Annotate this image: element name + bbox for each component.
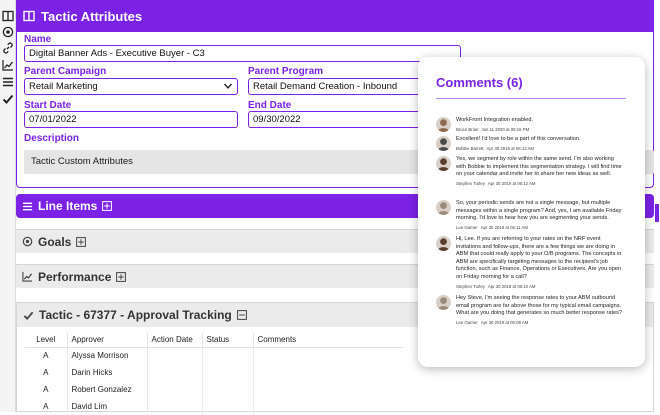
status-cell (202, 347, 254, 364)
chart-icon[interactable] (2, 59, 14, 71)
column-header-comments: Comments (253, 333, 403, 348)
comment-author: Bruce Brian (456, 126, 479, 132)
action-date-cell (147, 347, 203, 364)
approver-cell: Darin Hicks (67, 364, 148, 381)
comment-text: Yes, we segment by role within the same … (456, 156, 622, 178)
status-cell (202, 364, 254, 381)
description-label: Description (24, 133, 80, 144)
avatar (436, 295, 451, 310)
chart-icon (22, 271, 33, 282)
comment-text: WorkFront Integration enabled. (456, 117, 534, 123)
comment-date: Apr 30 2019 at 06:10 AM (487, 283, 536, 289)
comment-date: Apr 30 2019 at 06:08 AM (480, 319, 529, 325)
avatar (436, 200, 451, 215)
comment-date: Apr 30 2019 at 06:12 AM (487, 180, 536, 186)
level-cell: A (25, 347, 68, 364)
level-cell: A (25, 398, 68, 415)
status-cell (202, 381, 254, 398)
line-items-title: Line Items (38, 199, 98, 213)
expand-icon[interactable] (102, 201, 113, 211)
approver-cell: David Lim (67, 398, 148, 415)
start-date-field[interactable]: 07/01/2022 (24, 111, 238, 128)
parent-program-select[interactable]: Retail Demand Creation - Inbound (248, 78, 428, 95)
chevron-down-icon (223, 83, 233, 89)
approval-tracking-title: Tactic - 67377 - Approval Tracking (39, 308, 232, 322)
column-header-approver: Approver (67, 333, 148, 348)
avatar (436, 136, 451, 151)
comments-title: Comments (6) (436, 75, 523, 90)
section-edge-marker (655, 204, 659, 222)
link-icon[interactable] (2, 42, 14, 54)
comment-author: Bobbie Barrett (456, 145, 484, 151)
column-header-status: Status (202, 333, 254, 348)
parent-campaign-label: Parent Campaign (24, 66, 107, 77)
level-cell: A (25, 381, 68, 398)
column-header-action-date: Action Date (147, 333, 203, 348)
check-icon[interactable] (2, 93, 14, 105)
avatar (436, 156, 451, 171)
action-date-cell (147, 364, 203, 381)
comment-author: Stephen Turley (456, 283, 485, 289)
end-date-label: End Date (248, 100, 292, 111)
comment-author: Lee Garner (456, 224, 478, 230)
start-date-label: Start Date (24, 100, 72, 111)
comment-date: Jun 11 2020 at 06:16 PM (481, 126, 530, 132)
avatar (436, 236, 451, 251)
comment-text: Hi, Lee. If you are referring to your ra… (456, 236, 622, 280)
parent-program-label: Parent Program (248, 66, 324, 77)
panel-icon (23, 10, 35, 22)
divider (436, 98, 626, 99)
comment-text: Hey Steve, I'm seeing the response rates… (456, 295, 623, 317)
collapse-icon[interactable] (236, 310, 247, 320)
check-icon (23, 311, 34, 320)
expand-icon[interactable] (116, 271, 127, 282)
performance-title: Performance (38, 269, 112, 284)
comment-date: Apr 30 2019 at 06:11 AM (480, 224, 528, 230)
parent-campaign-select[interactable]: Retail Marketing (24, 78, 238, 95)
parent-program-value: Retail Demand Creation - Inbound (253, 81, 398, 92)
comment-text: Excellent! I'd love to be a part of this… (456, 136, 581, 142)
table-row: A David Lim (25, 398, 403, 415)
list-icon[interactable] (2, 76, 14, 88)
approver-cell: Alyssa Morrison (67, 347, 148, 364)
comments-cell (253, 347, 403, 364)
list-icon (22, 202, 33, 210)
action-date-cell (147, 398, 203, 415)
expand-icon[interactable] (76, 236, 87, 247)
action-date-cell (147, 381, 203, 398)
panel-icon[interactable] (2, 10, 14, 22)
target-icon[interactable] (2, 26, 14, 38)
status-cell (202, 398, 254, 415)
table-row: A Darin Hicks (25, 364, 403, 381)
comment-author: Lee Garner (456, 319, 478, 325)
level-cell: A (25, 364, 68, 381)
column-header-level: Level (25, 333, 68, 348)
tactic-attributes-header[interactable]: Tactic Attributes (17, 0, 653, 32)
table-row: A Robert Gonzalez (25, 381, 403, 398)
name-field[interactable]: Digital Banner Ads - Executive Buyer - C… (24, 45, 461, 62)
goals-title: Goals (38, 234, 72, 249)
comment-author: Stephen Turley (456, 180, 485, 186)
end-date-field[interactable]: 09/30/2022 (248, 111, 428, 128)
comment-text: So, your periodic sends are not a single… (456, 200, 622, 222)
approval-table: Level Approver Action Date Status Commen… (25, 333, 403, 415)
comments-cell (253, 381, 403, 398)
panel-title: Tactic Attributes (41, 8, 143, 24)
name-label: Name (24, 34, 52, 45)
comment-date: Apr 30 2019 at 06:13 AM (486, 145, 535, 151)
avatar (436, 117, 451, 132)
table-row: A Alyssa Morrison (25, 347, 403, 364)
left-icon-rail (0, 0, 16, 412)
approver-cell: Robert Gonzalez (67, 381, 148, 398)
parent-campaign-value: Retail Marketing (29, 81, 98, 92)
comments-panel: Comments (6) WorkFront Integration enabl… (418, 57, 645, 367)
comments-cell (253, 398, 403, 415)
target-icon (22, 236, 33, 247)
comments-cell (253, 364, 403, 381)
